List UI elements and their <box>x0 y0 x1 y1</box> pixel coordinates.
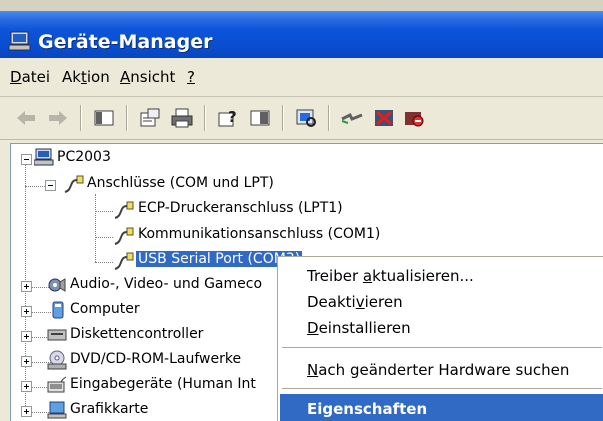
port-connector-icon <box>114 201 134 219</box>
tree-node-input-devices[interactable]: Eingabegeräte (Human Int <box>70 376 256 392</box>
tree-line <box>95 211 113 213</box>
forward-arrow-icon[interactable] <box>46 107 70 129</box>
update-driver-icon[interactable] <box>340 107 364 129</box>
tree-node-com1[interactable]: Kommunikationsanschluss (COM1) <box>138 226 380 242</box>
tree-node-ports[interactable]: Anschlüsse (COM und LPT) <box>87 175 274 191</box>
toolbar: ? <box>0 97 603 140</box>
window-title: Geräte-Manager <box>38 31 213 53</box>
input-devices-icon <box>47 376 67 393</box>
menu-item-uninstall[interactable]: Deinstallieren <box>307 319 411 337</box>
graphics-card-icon <box>47 401 67 419</box>
expand-toggle[interactable] <box>21 356 32 367</box>
expand-toggle[interactable] <box>21 281 32 292</box>
menu-datei[interactable]: Datei <box>10 68 50 86</box>
expand-toggle[interactable] <box>21 306 32 317</box>
computer-category-icon <box>52 301 64 319</box>
scan-hardware-icon[interactable] <box>294 107 318 129</box>
collapse-toggle[interactable] <box>45 180 56 191</box>
properties-icon[interactable] <box>138 107 162 129</box>
device-manager-window: Geräte-Manager Datei Aktion Ansicht ? ? … <box>0 0 603 421</box>
tree-node-audio-video[interactable]: Audio-, Video- und Gameco <box>70 276 262 292</box>
menu-item-disable[interactable]: Deaktivieren <box>307 293 403 311</box>
menu-aktion[interactable]: Aktion <box>62 68 110 86</box>
device-manager-icon <box>8 31 31 51</box>
print-icon[interactable] <box>170 107 194 129</box>
menu-ansicht[interactable]: Ansicht <box>120 68 175 86</box>
port-connector-icon <box>64 175 84 193</box>
tree-node-dvd-cdrom[interactable]: DVD/CD-ROM-Laufwerke <box>70 351 241 367</box>
menu-item-update-driver[interactable]: Treiber aktualisieren... <box>307 267 474 285</box>
background-window-strip <box>0 0 603 11</box>
svg-text:?: ? <box>228 108 237 126</box>
title-bar[interactable]: Geräte-Manager <box>0 11 603 58</box>
tree-node-ecp[interactable]: ECP-Druckeranschluss (LPT1) <box>138 200 343 216</box>
tree-line <box>95 237 113 239</box>
menu-bar: Datei Aktion Ansicht ? <box>0 58 603 97</box>
tree-node-floppy-controller[interactable]: Diskettencontroller <box>70 326 203 342</box>
menu-item-properties[interactable]: Eigenschaften <box>307 400 427 418</box>
toolbar-separator <box>328 105 330 131</box>
tree-line <box>95 194 97 262</box>
floppy-controller-icon <box>47 329 67 341</box>
port-connector-icon <box>114 252 134 270</box>
port-connector-icon <box>114 227 134 245</box>
menu-separator <box>282 347 602 348</box>
help-icon[interactable]: ? <box>216 107 240 129</box>
uninstall-icon[interactable] <box>372 107 396 129</box>
toolbar-separator <box>126 105 128 131</box>
back-arrow-icon[interactable] <box>14 107 38 129</box>
toolbar-separator <box>80 105 82 131</box>
tree-node-graphics-card[interactable]: Grafikkarte <box>70 401 148 417</box>
menu-help[interactable]: ? <box>187 68 195 86</box>
expand-toggle[interactable] <box>21 381 32 392</box>
computer-icon <box>34 148 54 166</box>
tree-line <box>95 262 113 264</box>
audio-video-icon <box>48 278 66 292</box>
toolbar-separator <box>204 105 206 131</box>
expand-toggle[interactable] <box>21 406 32 417</box>
tree-node-computer[interactable]: Computer <box>70 301 140 317</box>
collapse-toggle[interactable] <box>21 154 32 165</box>
tree-line <box>25 186 45 188</box>
dvd-cdrom-icon <box>47 350 67 370</box>
disable-device-icon[interactable] <box>402 107 426 129</box>
menu-item-scan-hardware[interactable]: Nach geänderter Hardware suchen <box>307 361 569 379</box>
context-menu: Treiber aktualisieren... Deaktivieren De… <box>277 256 603 421</box>
tree-node-pc2003[interactable]: PC2003 <box>57 149 111 165</box>
view-details-icon[interactable] <box>248 107 272 129</box>
toolbar-separator <box>282 105 284 131</box>
expand-toggle[interactable] <box>21 331 32 342</box>
menu-separator <box>282 388 602 389</box>
show-hide-console-tree-icon[interactable] <box>92 107 116 129</box>
